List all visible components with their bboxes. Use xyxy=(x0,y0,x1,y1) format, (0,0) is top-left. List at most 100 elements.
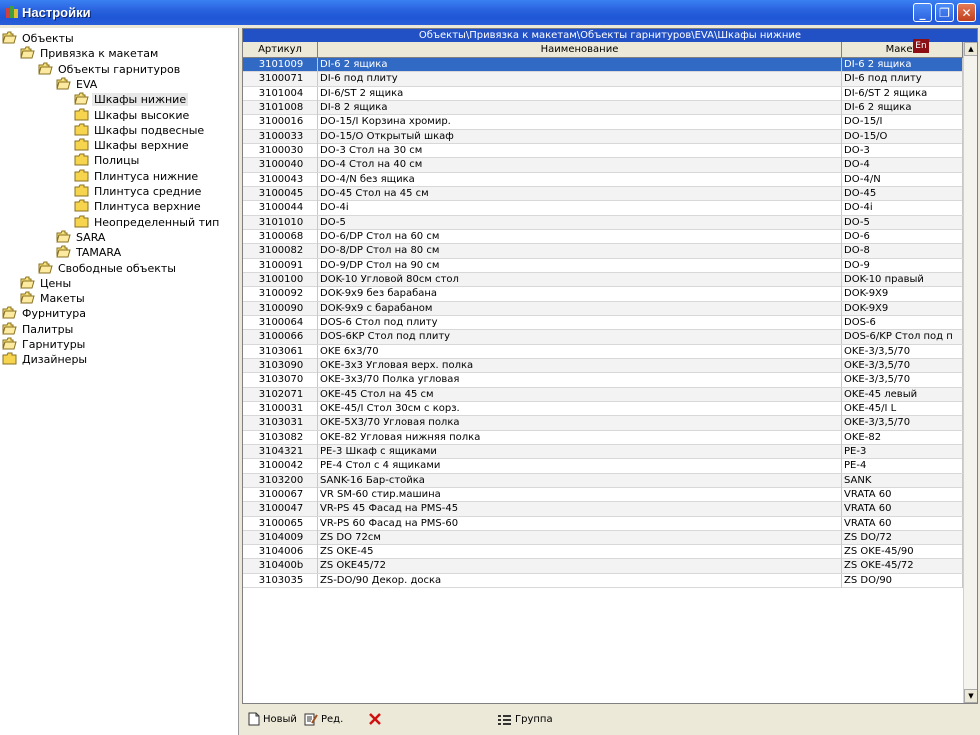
table-row[interactable]: 3100033 DO-15/O Открытый шкаф DO-15/O xyxy=(243,129,963,144)
cell-article: 3104321 xyxy=(243,444,318,459)
tree-node[interactable]: Гарнитуры xyxy=(2,337,87,352)
table-row[interactable]: 3100100 DOK-10 Угловой 80см стол DOK-10 пр… xyxy=(243,272,963,288)
table-row[interactable]: 3100016 DO-15/I Корзина хромир. DO-15/I xyxy=(243,115,963,130)
table-row[interactable]: 3100090 DOK-9x9 с барабаном DOK-9X9 xyxy=(243,301,963,316)
group-button[interactable]: Группа xyxy=(497,711,553,729)
table-row[interactable]: 3101010 DO-5 DO-5 xyxy=(243,215,963,230)
cell-article: 3103035 xyxy=(243,573,318,588)
scroll-up-button[interactable]: ▲ xyxy=(964,42,977,56)
table-row[interactable]: 3100082 DO-8/DP Стол на 80 см DO-8 xyxy=(243,244,963,259)
cell-name: DO-15/I Корзина хромир. xyxy=(318,115,842,130)
table-row[interactable]: 3100065 VR-PS 60 Фасад на PMS-60 VRATA 60 xyxy=(243,516,963,531)
edit-button[interactable]: Ред. xyxy=(304,711,343,729)
table-row[interactable]: 3103031 OKE-5X3/70 Угловая полка OKE-3/3,5… xyxy=(243,416,963,431)
table-row[interactable]: 3104321 PE-3 Шкаф с ящиками PE-3 xyxy=(243,444,963,460)
tree-node[interactable]: Фурнитура xyxy=(2,306,88,321)
close-button[interactable]: ✕ xyxy=(957,3,976,22)
tree-node-label: Плинтуса верхние xyxy=(94,200,201,214)
cell-name: DOS-6 Стол под плиту xyxy=(318,315,842,330)
folder-icon xyxy=(74,169,92,183)
tree-node[interactable]: Цены xyxy=(20,276,73,291)
tree-node[interactable]: Плинтуса нижние xyxy=(74,169,200,184)
table-row[interactable]: 3103070 OKE-3x3/70 Полка угловая OKE-3/3,5… xyxy=(243,373,963,388)
table-row[interactable]: 3101008 DI-8 2 ящика DI-6 2 ящика xyxy=(243,100,963,116)
table-row[interactable]: 3100043 DO-4/N без ящика DO-4/N xyxy=(243,172,963,187)
table-row[interactable]: 3100064 DOS-6 Стол под плиту DOS-6 xyxy=(243,315,963,331)
table-row[interactable]: 3102071 OKE-45 Стол на 45 см OKE-45 левый xyxy=(243,387,963,402)
table-row[interactable]: 3100091 DO-9/DP Стол на 90 см DO-9 xyxy=(243,258,963,273)
table-row[interactable]: 3101009 DI-6 2 ящика DI-6 2 ящика xyxy=(243,58,963,73)
cell-article: 3100067 xyxy=(243,487,318,502)
table-row[interactable]: 3100042 PE-4 Стол с 4 ящиками PE-4 xyxy=(243,459,963,474)
tree-node[interactable]: Объекты xyxy=(2,31,76,46)
tree-node[interactable]: TAMARA xyxy=(56,245,123,260)
folder-icon xyxy=(74,108,92,122)
tree-node[interactable]: Привязка к макетам xyxy=(20,46,160,61)
column-header-layout[interactable]: Макет xyxy=(842,42,963,57)
tree-node[interactable]: Шкафы подвесные xyxy=(74,123,206,138)
table-row[interactable]: 3103035 ZS-DO/90 Декор. доска ZS DO/90 xyxy=(243,573,963,589)
tree-node[interactable]: Полицы xyxy=(74,153,141,168)
cell-layout: OKE-45 левый xyxy=(842,387,963,402)
navigation-tree: Объекты Привязка к макетам Объекты гарниту… xyxy=(0,28,239,735)
vertical-scrollbar[interactable]: ▲ ▼ xyxy=(963,42,977,703)
cell-layout: DOS-6/KP Стол под п xyxy=(842,330,963,345)
tree-node-label: Свободные объекты xyxy=(58,261,176,275)
folder-open-icon xyxy=(56,77,74,91)
cell-name: OKE-3x3 Угловая верх. полка xyxy=(318,358,842,373)
cell-article: 3100047 xyxy=(243,502,318,517)
tree-node-label: Гарнитуры xyxy=(22,338,86,351)
cell-article: 3101010 xyxy=(243,215,318,230)
table-row[interactable]: 3104009 ZS DO 72см ZS DO/72 xyxy=(243,530,963,546)
tree-node[interactable]: SARA xyxy=(56,230,107,245)
folder-icon xyxy=(2,352,20,366)
table-row[interactable]: 3103200 SANK-16 Бар-стойка SANK xyxy=(243,473,963,488)
table-row[interactable]: 3100045 DO-45 Стол на 45 см DO-45 xyxy=(243,186,963,202)
tree-node[interactable]: EVA xyxy=(56,77,99,92)
table-row[interactable]: 3101004 DI-6/ST 2 ящика DI-6/ST 2 ящика xyxy=(243,86,963,101)
tree-node[interactable]: Свободные объекты xyxy=(38,261,178,276)
table-row[interactable]: 3100068 DO-6/DP Стол на 60 см DO-6 xyxy=(243,229,963,245)
table-row[interactable]: 3100067 VR SM-60 стир.машина VRATA 60 xyxy=(243,487,963,503)
tree-node[interactable]: Дизайнеры xyxy=(2,352,89,367)
table-row[interactable]: 3100030 DO-3 Стол на 30 см DO-3 xyxy=(243,143,963,159)
cell-layout: DO-45 xyxy=(842,186,963,201)
column-header-name[interactable]: Наименование xyxy=(318,42,842,57)
table-row[interactable]: 3100031 OKE-45/I Стол 30см с корз. OKE-45/… xyxy=(243,401,963,417)
table-row[interactable]: 3100044 DO-4i DO-4i xyxy=(243,201,963,216)
restore-button[interactable]: ❐ xyxy=(935,3,954,22)
table-row[interactable]: 3103090 OKE-3x3 Угловая верх. полка OKE-3/… xyxy=(243,358,963,374)
cell-layout: DI-6 2 ящика xyxy=(842,100,963,115)
tree-node[interactable]: Макеты xyxy=(20,291,87,306)
tree-node[interactable]: Шкафы нижние xyxy=(74,92,189,107)
scroll-down-button[interactable]: ▼ xyxy=(964,689,977,703)
table-row[interactable]: 3103061 OKE 6x3/70 OKE-3/3,5/70 xyxy=(243,344,963,359)
tree-node[interactable]: Шкафы высокие xyxy=(74,108,191,123)
tree-node[interactable]: Плинтуса средние xyxy=(74,184,203,199)
delete-button[interactable] xyxy=(368,711,385,729)
table-row[interactable]: 3100047 VR-PS 45 Фасад на PMS-45 VRATA 60 xyxy=(243,502,963,517)
table-row[interactable]: 3100092 DOK-9x9 без барабана DOK-9X9 xyxy=(243,287,963,302)
tree-node[interactable]: Плинтуса верхние xyxy=(74,199,203,214)
tree-node[interactable]: Палитры xyxy=(2,322,75,337)
table-row[interactable]: 3103082 OKE-82 Угловая нижняя полка OKE-82 xyxy=(243,430,963,445)
tree-node[interactable]: Неопределенный тип xyxy=(74,215,221,230)
table-row[interactable]: 310400b ZS OKE45/72 ZS OKE-45/72 xyxy=(243,559,963,574)
tree-node-label: Макеты xyxy=(40,292,85,306)
table-row[interactable]: 3100066 DOS-6KP Стол под плиту DOS-6/KP Ст… xyxy=(243,330,963,345)
folder-icon xyxy=(74,153,92,167)
minimize-button[interactable]: _ xyxy=(913,3,932,22)
cell-article: 3100044 xyxy=(243,201,318,216)
column-header-article[interactable]: Артикул xyxy=(243,42,318,57)
table-row[interactable]: 3100040 DO-4 Стол на 40 см DO-4 xyxy=(243,158,963,173)
table-row[interactable]: 3104006 ZS OKE-45 ZS OKE-45/90 xyxy=(243,545,963,560)
tree-node[interactable]: Объекты гарнитуров xyxy=(38,62,182,77)
folder-icon xyxy=(74,184,92,198)
table-row[interactable]: 3100071 DI-6 под плиту DI-6 под плиту xyxy=(243,72,963,87)
folder-open-icon xyxy=(38,261,56,275)
cell-name: DO-4 Стол на 40 см xyxy=(318,158,842,173)
tree-node[interactable]: Шкафы верхние xyxy=(74,138,191,153)
new-button[interactable]: Новый xyxy=(248,711,297,729)
cell-name: DOS-6KP Стол под плиту xyxy=(318,330,842,345)
cell-article: 3100082 xyxy=(243,244,318,259)
